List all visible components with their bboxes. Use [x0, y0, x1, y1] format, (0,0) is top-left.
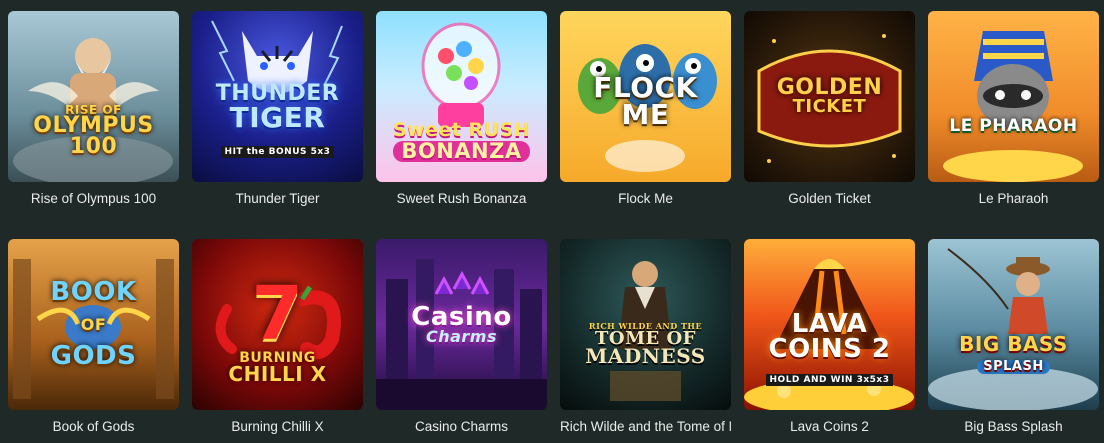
game-logo: RISE OF OLYMPUS 100 — [33, 102, 154, 160]
game-tile-le-pharaoh[interactable]: LE PHARAOH Le Pharaoh — [928, 11, 1099, 239]
game-tile-rise-of-olympus-100[interactable]: RISE OF OLYMPUS 100 Rise of Olympus 100 — [8, 11, 179, 239]
game-logo: LE PHARAOH — [949, 116, 1078, 137]
game-logo: Casino Charms — [411, 301, 512, 347]
game-thumbnail[interactable]: RICH WILDE AND THE TOME OF MADNESS — [560, 239, 731, 410]
raccoon-pharaoh-icon — [943, 31, 1083, 182]
game-thumbnail[interactable]: LAVA COINS 2 HOLD AND WIN 3x5x3 — [744, 239, 915, 410]
game-title[interactable]: Lava Coins 2 — [744, 410, 915, 442]
game-tile-lava-coins-2[interactable]: LAVA COINS 2 HOLD AND WIN 3x5x3 Lava Coi… — [744, 239, 915, 442]
game-title[interactable]: Rise of Olympus 100 — [8, 182, 179, 239]
game-thumbnail[interactable]: BOOK OF GODS — [8, 239, 179, 410]
game-logo: GOLDEN TICKET — [776, 74, 883, 118]
game-title[interactable]: Flock Me — [560, 182, 731, 239]
game-thumbnail[interactable]: THUNDER TIGER HIT the BONUS 5x3 — [192, 11, 363, 182]
game-grid: RISE OF OLYMPUS 100 Rise of Olympus 100 … — [8, 11, 1099, 442]
game-tile-flock-me[interactable]: FLOCK ME Flock Me — [560, 11, 731, 239]
game-logo: THUNDER TIGER HIT the BONUS 5x3 — [215, 81, 340, 159]
game-logo: BIG BASS SPLASH — [959, 331, 1068, 375]
game-thumbnail[interactable]: 7 BURNING CHILLI X — [192, 239, 363, 410]
game-tile-golden-ticket[interactable]: GOLDEN TICKET Golden Ticket — [744, 11, 915, 239]
fisherman-icon — [928, 248, 1098, 410]
game-tile-book-of-gods[interactable]: BOOK OF GODS Book of Gods — [8, 239, 179, 442]
game-thumbnail[interactable]: GOLDEN TICKET — [744, 11, 915, 182]
game-title[interactable]: Book of Gods — [8, 410, 179, 442]
game-tile-rich-wilde-tome-of-madness[interactable]: RICH WILDE AND THE TOME OF MADNESS Rich … — [560, 239, 731, 442]
game-logo: LAVA COINS 2 HOLD AND WIN 3x5x3 — [760, 312, 900, 387]
game-logo: 7 BURNING CHILLI X — [228, 270, 327, 387]
game-title[interactable]: Thunder Tiger — [192, 182, 363, 239]
game-title[interactable]: Golden Ticket — [744, 182, 915, 239]
game-title[interactable]: Rich Wilde and the Tome of Madness — [560, 410, 731, 442]
game-tile-sweet-rush-bonanza[interactable]: Sweet RUSH BONANZA Sweet Rush Bonanza — [376, 11, 547, 239]
game-thumbnail[interactable]: RISE OF OLYMPUS 100 — [8, 11, 179, 182]
game-thumbnail[interactable]: BIG BASS SPLASH — [928, 239, 1099, 410]
game-title[interactable]: Burning Chilli X — [192, 410, 363, 442]
game-logo: RICH WILDE AND THE TOME OF MADNESS — [585, 320, 706, 369]
game-title[interactable]: Sweet Rush Bonanza — [376, 182, 547, 239]
game-tile-casino-charms[interactable]: Casino Charms Casino Charms — [376, 239, 547, 442]
game-tile-thunder-tiger[interactable]: THUNDER TIGER HIT the BONUS 5x3 Thunder … — [192, 11, 363, 239]
game-logo: FLOCK ME — [593, 70, 698, 131]
game-title[interactable]: Le Pharaoh — [928, 182, 1099, 239]
game-thumbnail[interactable]: Casino Charms — [376, 239, 547, 410]
game-title[interactable]: Casino Charms — [376, 410, 547, 442]
game-thumbnail[interactable]: Sweet RUSH BONANZA — [376, 11, 547, 182]
game-logo: Sweet RUSH BONANZA — [392, 118, 531, 163]
game-logo: BOOK OF GODS — [50, 277, 137, 372]
game-title[interactable]: Big Bass Splash — [928, 410, 1099, 442]
game-thumbnail[interactable]: LE PHARAOH — [928, 11, 1099, 182]
game-tile-big-bass-splash[interactable]: BIG BASS SPLASH Big Bass Splash — [928, 239, 1099, 442]
game-thumbnail[interactable]: FLOCK ME — [560, 11, 731, 182]
game-tile-burning-chilli-x[interactable]: 7 BURNING CHILLI X Burning Chilli X — [192, 239, 363, 442]
